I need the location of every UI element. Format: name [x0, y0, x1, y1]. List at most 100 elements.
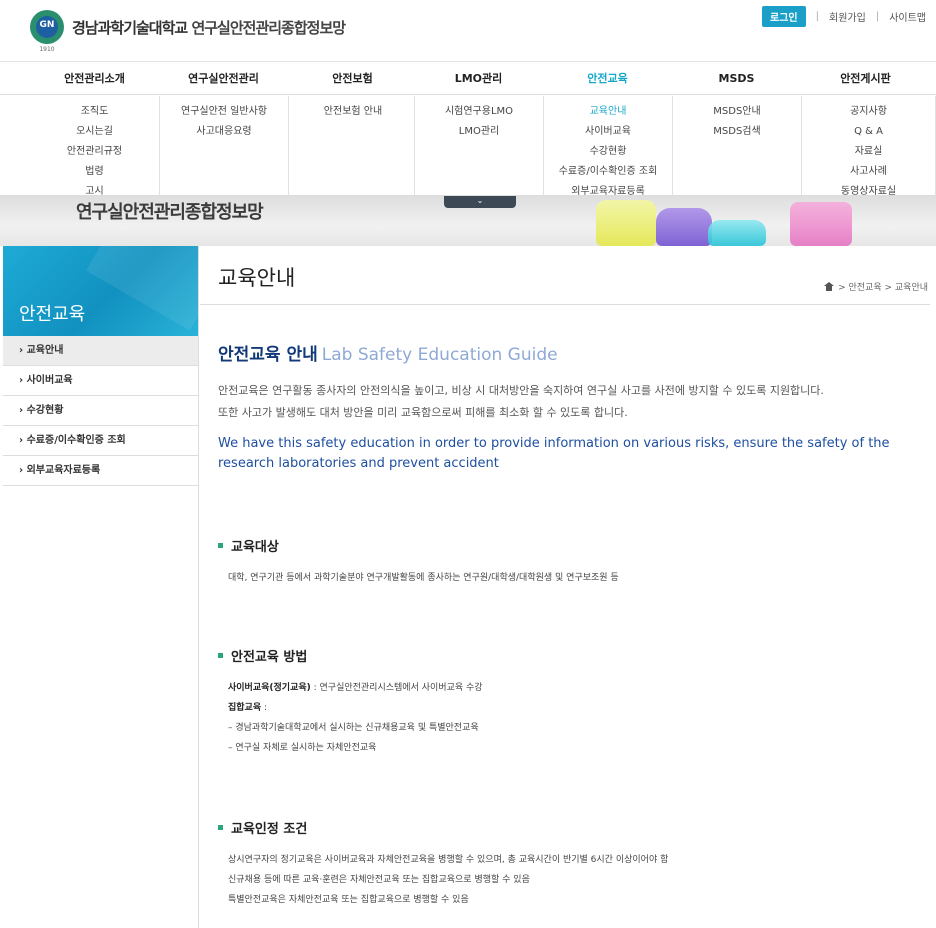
menu-item[interactable]: 사고사례 [802, 162, 935, 182]
mega-menu-dropdown: 조직도 오시는길 안전관리규정 법령 고시 연구실안전 일반사항 사고대응요령 … [0, 96, 936, 196]
section-heading-target: 교육대상 [218, 536, 279, 555]
menu-toggle-button[interactable]: ⌄ [444, 196, 516, 208]
menu-item[interactable]: 동영상자료실 [802, 182, 935, 195]
gnb-safety-intro[interactable]: 안전관리소개 [30, 63, 159, 95]
page-title: 교육안내 [218, 266, 296, 290]
section-body-method: 사이버교육(정기교육) : 연구실안전관리시스템에서 사이버교육 수강 집합교육… [228, 678, 483, 758]
menu-item[interactable]: 수료증/이수확인증 조회 [544, 162, 672, 182]
section-heading-recognition: 교육인정 조건 [218, 818, 307, 837]
breadcrumb-path: > 안전교육 > 교육안내 [838, 283, 928, 293]
section-line: 상시연구자의 정기교육은 사이버교육과 자체안전교육을 병행할 수 있으며, 총… [228, 855, 669, 865]
section-line: 특별안전교육은 자체안전교육 또는 집합교육으로 병행할 수 있음 [228, 895, 469, 905]
menu-item[interactable]: LMO관리 [415, 122, 543, 142]
intro-description-ko: 안전교육은 연구활동 종사자의 안전의식을 높이고, 비상 시 대처방안을 숙지… [218, 380, 918, 424]
logo-university-name: 경남과학기술대학교 [72, 18, 188, 37]
home-icon[interactable] [824, 282, 835, 291]
top-bar: GN 1910 경남과학기술대학교 연구실안전관리종합정보망 로그인 | 회원가… [0, 0, 936, 62]
hero-banner: 연구실안전관리종합정보망 ⌄ [0, 196, 936, 246]
intro-heading: 안전교육 안내 Lab Safety Education Guide [218, 340, 558, 365]
flask-image [708, 220, 766, 246]
menu-item[interactable]: 시험연구용LMO [415, 102, 543, 122]
sidebar-item-external-upload[interactable]: › 외부교육자료등록 [3, 456, 198, 486]
sidebar-item-education-guide[interactable]: › 교육안내 [3, 336, 198, 366]
section-heading-text: 교육인정 조건 [231, 822, 308, 837]
menu-item[interactable]: 공지사항 [802, 102, 935, 122]
section-heading-method: 안전교육 방법 [218, 646, 307, 665]
menu-item[interactable]: 사이버교육 [544, 122, 672, 142]
login-button[interactable]: 로그인 [762, 6, 806, 27]
global-navigation: 안전관리소개 연구실안전관리 안전보험 LMO관리 안전교육 MSDS 안전게시… [0, 63, 936, 95]
menu-item[interactable]: 고시 [30, 182, 159, 195]
menu-column-insurance: 안전보험 안내 [288, 96, 417, 195]
sitemap-link[interactable]: 사이트맵 [889, 9, 926, 24]
gnb-board[interactable]: 안전게시판 [801, 63, 930, 95]
menu-item[interactable]: 연구실안전 일반사항 [160, 102, 288, 122]
divider: | [875, 11, 880, 22]
menu-item[interactable]: 안전보험 안내 [289, 102, 417, 122]
intro-heading-en: Lab Safety Education Guide [321, 345, 558, 365]
section-line: 대학, 연구기관 등에서 과학기술분야 연구개발활동에 종사하는 연구원/대학생… [228, 573, 619, 583]
section-line: 신규채용 등에 따른 교육·훈련은 자체안전교육 또는 집합교육으로 병행할 수… [228, 875, 530, 885]
section-line: 사이버교육(정기교육) : 연구실안전관리시스템에서 사이버교육 수강 [228, 678, 483, 698]
menu-item[interactable]: MSDS검색 [673, 122, 801, 142]
join-link[interactable]: 회원가입 [829, 9, 866, 24]
flask-image [656, 208, 712, 246]
menu-column-lab-safety: 연구실안전 일반사항 사고대응요령 [159, 96, 288, 195]
main-content: 교육안내 > 안전교육 > 교육안내 안전교육 안내 Lab Safety Edu… [200, 246, 936, 928]
method-group-label: 집합교육 [228, 703, 262, 713]
section-line: – 연구실 자체로 실시하는 자체안전교육 [228, 743, 377, 753]
sidebar-item-course-status[interactable]: › 수강현황 [3, 396, 198, 426]
menu-item[interactable]: 사고대응요령 [160, 122, 288, 142]
flask-image [596, 200, 656, 246]
logo-emblem-text: GN [39, 20, 55, 30]
section-body-target: 대학, 연구기관 등에서 과학기술분야 연구개발활동에 종사하는 연구원/대학생… [228, 568, 619, 588]
menu-column-safety-intro: 조직도 오시는길 안전관리규정 법령 고시 [30, 96, 159, 195]
bullet-icon [218, 825, 223, 830]
method-group-desc: : [261, 703, 268, 713]
menu-item[interactable]: 법령 [30, 162, 159, 182]
section-heading-text: 교육대상 [231, 540, 279, 555]
menu-item[interactable]: 수강현황 [544, 142, 672, 162]
university-emblem-icon: GN [30, 10, 64, 44]
method-cyber-label: 사이버교육(정기교육) [228, 683, 311, 693]
bullet-icon [218, 653, 223, 658]
gnb-lmo[interactable]: LMO관리 [414, 63, 543, 95]
gnb-insurance[interactable]: 안전보험 [288, 63, 417, 95]
divider [200, 304, 930, 305]
menu-column-board: 공지사항 Q & A 자료실 사고사례 동영상자료실 [801, 96, 936, 195]
gnb-lab-safety[interactable]: 연구실안전관리 [159, 63, 288, 95]
sidebar-item-certificate[interactable]: › 수료증/이수확인증 조회 [3, 426, 198, 456]
logo-site-name: 연구실안전관리종합정보망 [191, 18, 346, 37]
sidebar-item-cyber-education[interactable]: › 사이버교육 [3, 366, 198, 396]
sidebar-title: 안전교육 [19, 304, 86, 325]
menu-item-active[interactable]: 교육안내 [544, 102, 672, 122]
menu-item[interactable]: Q & A [802, 122, 935, 142]
gnb-safety-education[interactable]: 안전교육 [543, 63, 672, 95]
menu-column-safety-education: 교육안내 사이버교육 수강현황 수료증/이수확인증 조회 외부교육자료등록 [543, 96, 672, 195]
logo-year: 1910 [39, 46, 55, 53]
intro-heading-ko: 안전교육 안내 [218, 345, 318, 365]
sidebar: 안전교육 › 교육안내 › 사이버교육 › 수강현황 › 수료증/이수확인증 조… [3, 246, 199, 928]
banner-title: 연구실안전관리종합정보망 [76, 202, 264, 223]
breadcrumb: > 안전교육 > 교육안내 [824, 280, 928, 293]
menu-column-lmo: 시험연구용LMO LMO관리 [414, 96, 543, 195]
intro-line: 안전교육은 연구활동 종사자의 안전의식을 높이고, 비상 시 대처방안을 숙지… [218, 384, 824, 397]
intro-description-en: We have this safety education in order t… [218, 436, 890, 471]
gnb-msds[interactable]: MSDS [672, 63, 801, 95]
section-line: 집합교육 : [228, 698, 483, 718]
flask-image [790, 202, 852, 246]
menu-item[interactable]: 자료실 [802, 142, 935, 162]
menu-item[interactable]: MSDS안내 [673, 102, 801, 122]
method-cyber-desc: : 연구실안전관리시스템에서 사이버교육 수강 [310, 683, 483, 693]
site-logo[interactable]: GN 1910 경남과학기술대학교 연구실안전관리종합정보망 [30, 10, 346, 53]
menu-item[interactable]: 외부교육자료등록 [544, 182, 672, 195]
logo-text: 경남과학기술대학교 연구실안전관리종합정보망 [72, 17, 346, 38]
sidebar-header: 안전교육 [3, 246, 198, 336]
menu-item[interactable]: 안전관리규정 [30, 142, 159, 162]
section-line: – 경남과학기술대학교에서 실시하는 신규채용교육 및 특별안전교육 [228, 723, 479, 733]
section-body-recognition: 상시연구자의 정기교육은 사이버교육과 자체안전교육을 병행할 수 있으며, 총… [228, 850, 668, 910]
menu-column-msds: MSDS안내 MSDS검색 [672, 96, 801, 195]
menu-item[interactable]: 조직도 [30, 102, 159, 122]
utility-menu: 로그인 | 회원가입 | 사이트맵 [762, 6, 926, 27]
menu-item[interactable]: 오시는길 [30, 122, 159, 142]
